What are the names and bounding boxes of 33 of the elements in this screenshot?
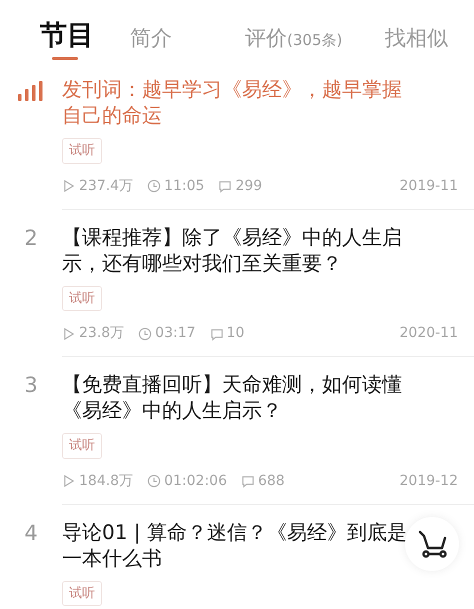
preview-tag: 试听 [62,286,102,311]
comment-count: 10 [226,324,244,343]
duration: 01:02:06 [164,472,227,490]
play-count: 23.8万 [79,324,124,343]
episode-number: 4 [24,520,38,547]
episode-date: 2019-11 [400,176,458,196]
preview-tag: 试听 [62,433,102,458]
preview-tag: 试听 [62,580,102,606]
play-icon [62,474,76,488]
comment-icon [240,474,255,488]
comment-count: 299 [235,176,262,196]
comment-icon [218,179,232,193]
clock-icon [138,326,152,340]
play-icon [62,179,76,193]
duration: 03:17 [155,324,196,343]
episode-title[interactable]: 【课程推荐】除了《易经》中的人生启示，还有哪些对我们至关重要？ [62,224,407,276]
episode-number: 3 [24,372,38,400]
play-count: 237.4万 [79,176,134,196]
play-icon [62,326,76,340]
tab[interactable]: 节目 [40,10,130,62]
episode-date: 2019-12 [400,472,458,490]
episode-title[interactable]: 【免费直播回听】天命难测，如何读懂《易经》中的人生启示？ [62,371,407,423]
clock-icon [147,179,162,193]
preview-tag: 试听 [62,138,102,164]
episode-number: 2 [24,224,38,252]
cart-icon [417,529,447,559]
comment-icon [210,326,224,340]
episode-date: 2020-11 [400,324,458,343]
comment-count: 688 [258,472,285,490]
clock-icon [147,474,162,488]
play-count: 184.8万 [79,472,134,490]
duration: 11:05 [164,176,204,196]
episode-title[interactable]: 导论01 | 算命？迷信？《易经》到底是一本什么书 [62,518,407,570]
